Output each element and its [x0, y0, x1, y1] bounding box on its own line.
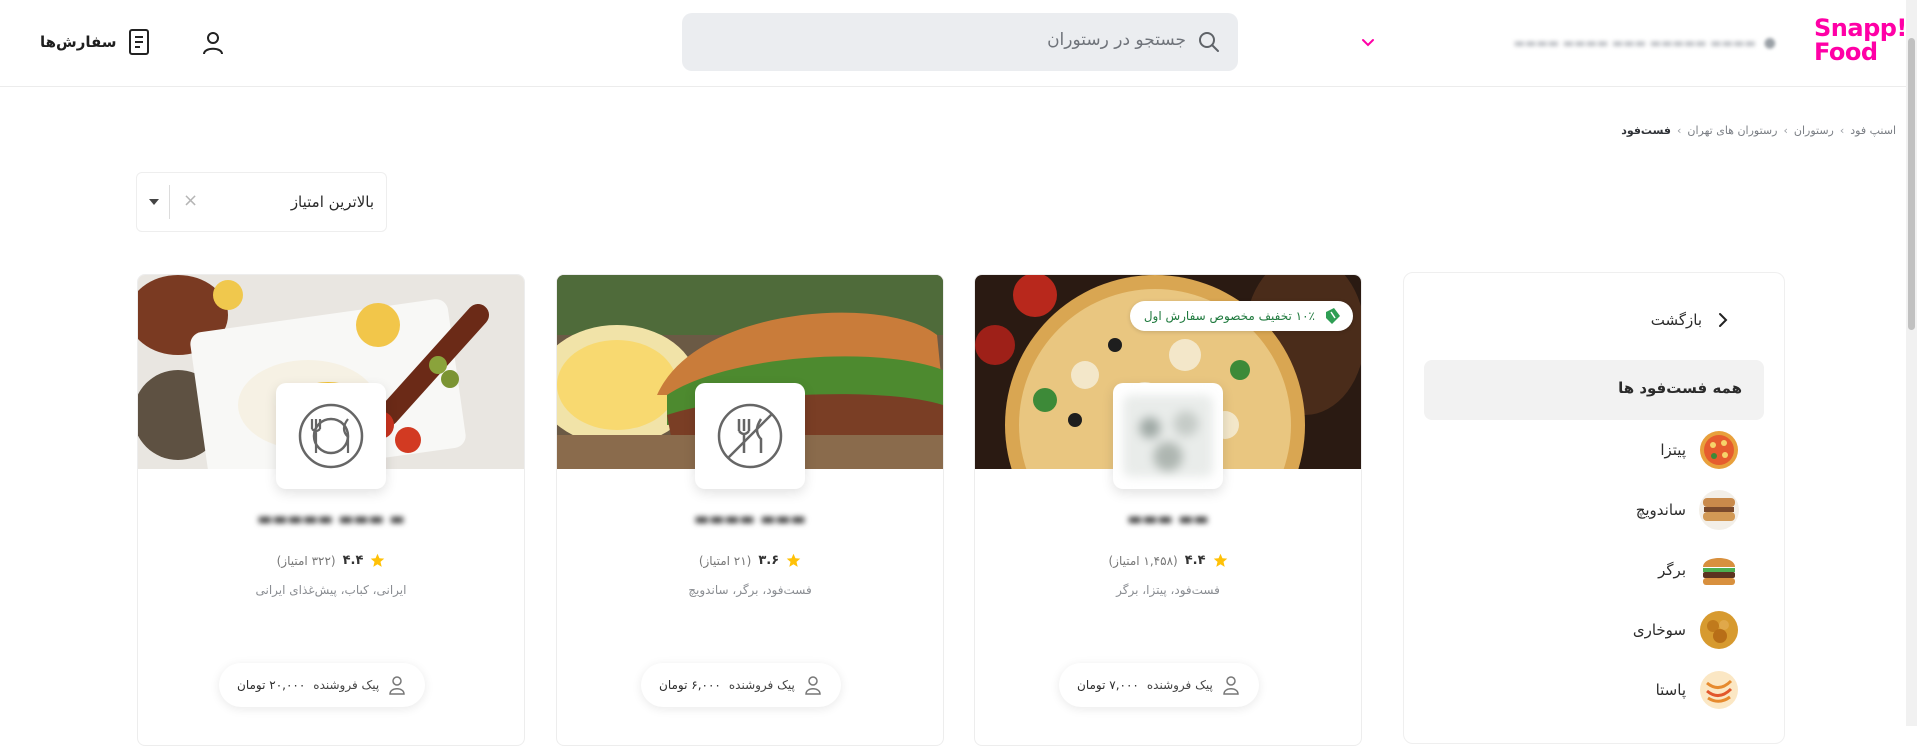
chevron-right-icon: [1719, 313, 1728, 327]
category-label: پیتزا: [1660, 441, 1686, 459]
discount-badge: ۱۰٪ تخفیف مخصوص سفارش اول: [1129, 301, 1353, 331]
restaurant-card[interactable]: ۱۰٪ تخفیف مخصوص سفارش اول ▬▬▬ ▬▬ ۴.۴ (۱,…: [974, 274, 1362, 746]
address-text: ▬▬▬▬ ▬▬▬▬ ▬▬▬ ▬▬▬▬▬ ▬▬▬▬: [1513, 36, 1756, 50]
delivery-price: ۶,۰۰۰ تومان: [659, 678, 721, 692]
restaurant-logo: [276, 383, 386, 489]
delivery-info: پیک فروشنده ۷,۰۰۰ تومان: [1059, 663, 1259, 707]
restaurant-tags: ایرانی، کباب، پیش‌غذای ایرانی: [255, 583, 407, 597]
search-input[interactable]: جستجو در رستوران: [1047, 30, 1186, 50]
rating-count: (۱,۴۵۸ امتیاز): [1108, 553, 1178, 568]
logo-line-2: Food: [1814, 38, 1878, 66]
page-scrollbar[interactable]: [1906, 0, 1917, 726]
category-pasta[interactable]: پاستا: [1656, 669, 1740, 711]
star-icon: [786, 553, 801, 567]
restaurant-tags: فست‌فود، پیتزا، برگر: [1116, 583, 1220, 597]
delivery-label: پیک فروشنده: [728, 678, 795, 692]
blurred-logo: [1123, 395, 1213, 477]
breadcrumb-item[interactable]: رستوران های تهران: [1687, 124, 1777, 137]
no-food-icon: [717, 403, 783, 469]
sort-select[interactable]: بالاترین امتیاز ×: [136, 172, 387, 232]
category-all-fastfood[interactable]: همه فست‌فود ها: [1424, 360, 1764, 420]
divider: [169, 185, 170, 219]
receipt-icon: [128, 29, 149, 55]
search-icon: [1199, 32, 1219, 52]
sandwich-icon: [1699, 490, 1739, 530]
category-label: برگر: [1658, 561, 1686, 579]
pizza-icon: [1700, 431, 1738, 469]
back-label: بازگشت: [1650, 311, 1702, 329]
back-button[interactable]: بازگشت: [1651, 311, 1730, 329]
restaurant-logo: [695, 383, 805, 489]
chevron-down-icon[interactable]: [1360, 34, 1376, 50]
category-sidebar: بازگشت همه فست‌فود ها پیتزا ساندویچ برگر: [1403, 272, 1785, 744]
courier-icon: [389, 676, 405, 695]
courier-icon: [1223, 676, 1239, 695]
restaurant-rating: ۴.۴ (۳۲۲ امتیاز): [138, 553, 524, 568]
breadcrumb-current: فست‌فود: [1621, 124, 1671, 137]
location-pin-icon: ●: [1763, 35, 1776, 51]
top-header: Snapp! Food ▬▬▬▬ ▬▬▬▬ ▬▬▬ ▬▬▬▬▬ ▬▬▬▬ ● ج…: [0, 0, 1907, 87]
delivery-price: ۲۰,۰۰۰ تومان: [237, 678, 306, 692]
rating-value: ۴.۴: [342, 553, 364, 568]
category-burger[interactable]: برگر: [1658, 549, 1740, 591]
breadcrumb: اسنپ فود ‹ رستوران ‹ رستوران های تهران ‹…: [1621, 124, 1896, 137]
category-all-label: همه فست‌فود ها: [1618, 379, 1742, 397]
clear-icon[interactable]: ×: [183, 190, 198, 211]
restaurant-card[interactable]: ▬▬▬▬▬ ▬▬▬ ▬ ۴.۴ (۳۲۲ امتیاز) ایرانی، کبا…: [137, 274, 525, 746]
rating-value: ۳.۶: [758, 553, 780, 568]
restaurant-name[interactable]: ▬▬▬ ▬▬: [975, 509, 1361, 528]
star-icon: [1213, 553, 1227, 567]
rating-value: ۴.۴: [1184, 553, 1206, 568]
chevron-left-icon: ‹: [1676, 124, 1682, 137]
pasta-icon: [1700, 671, 1738, 709]
ticket-icon: [1326, 308, 1340, 324]
user-icon[interactable]: [200, 30, 226, 56]
restaurant-rating: ۴.۴ (۱,۴۵۸ امتیاز): [975, 553, 1361, 568]
restaurant-name[interactable]: ▬▬▬▬ ▬▬▬: [557, 509, 943, 528]
category-label: پاستا: [1655, 681, 1686, 699]
address-selector[interactable]: ▬▬▬▬ ▬▬▬▬ ▬▬▬ ▬▬▬▬▬ ▬▬▬▬ ●: [1356, 26, 1776, 60]
courier-icon: [805, 676, 821, 695]
scrollbar-thumb[interactable]: [1908, 38, 1915, 330]
restaurant-rating: ۳.۶ (۲۱ امتیاز): [557, 553, 943, 568]
delivery-label: پیک فروشنده: [1146, 678, 1213, 692]
delivery-info: پیک فروشنده ۶,۰۰۰ تومان: [641, 663, 841, 707]
restaurant-name[interactable]: ▬▬▬▬▬ ▬▬▬ ▬: [138, 509, 524, 528]
chevron-left-icon: ‹: [1783, 124, 1788, 137]
delivery-info: پیک فروشنده ۲۰,۰۰۰ تومان: [219, 663, 426, 707]
snappfood-logo[interactable]: Snapp! Food: [1814, 14, 1907, 66]
discount-text: ۱۰٪ تخفیف مخصوص سفارش اول: [1143, 309, 1315, 323]
restaurant-icon: [298, 403, 364, 469]
chevron-left-icon: ‹: [1839, 124, 1845, 137]
category-label: سوخاری: [1632, 621, 1686, 639]
category-sandwich[interactable]: ساندویچ: [1636, 489, 1740, 531]
delivery-label: پیک فروشنده: [313, 678, 380, 692]
search-bar[interactable]: جستجو در رستوران: [682, 13, 1238, 71]
restaurant-card[interactable]: ▬▬▬▬ ▬▬▬ ۳.۶ (۲۱ امتیاز) فست‌فود، برگر، …: [556, 274, 944, 746]
star-icon: [371, 553, 385, 567]
category-label: ساندویچ: [1635, 501, 1686, 519]
logo-line-1: Snapp!: [1814, 14, 1907, 42]
delivery-price: ۷,۰۰۰ تومان: [1077, 678, 1139, 692]
category-fried-chicken[interactable]: سوخاری: [1633, 609, 1740, 651]
category-pizza[interactable]: پیتزا: [1660, 429, 1740, 471]
burger-icon: [1703, 558, 1735, 585]
orders-button[interactable]: سفارش‌ها: [40, 28, 151, 56]
breadcrumb-item[interactable]: اسنپ فود: [1850, 124, 1896, 137]
restaurant-logo: [1113, 383, 1223, 489]
rating-count: (۲۱ امتیاز): [698, 553, 752, 568]
sort-value: بالاترین امتیاز: [290, 193, 374, 211]
restaurant-tags: فست‌فود، برگر، ساندویچ: [688, 583, 812, 597]
orders-label: سفارش‌ها: [40, 33, 117, 51]
rating-count: (۳۲۲ امتیاز): [276, 553, 336, 568]
fried-chicken-icon: [1700, 611, 1738, 649]
breadcrumb-item[interactable]: رستوران: [1794, 124, 1834, 137]
dropdown-arrow-icon[interactable]: [149, 199, 159, 205]
